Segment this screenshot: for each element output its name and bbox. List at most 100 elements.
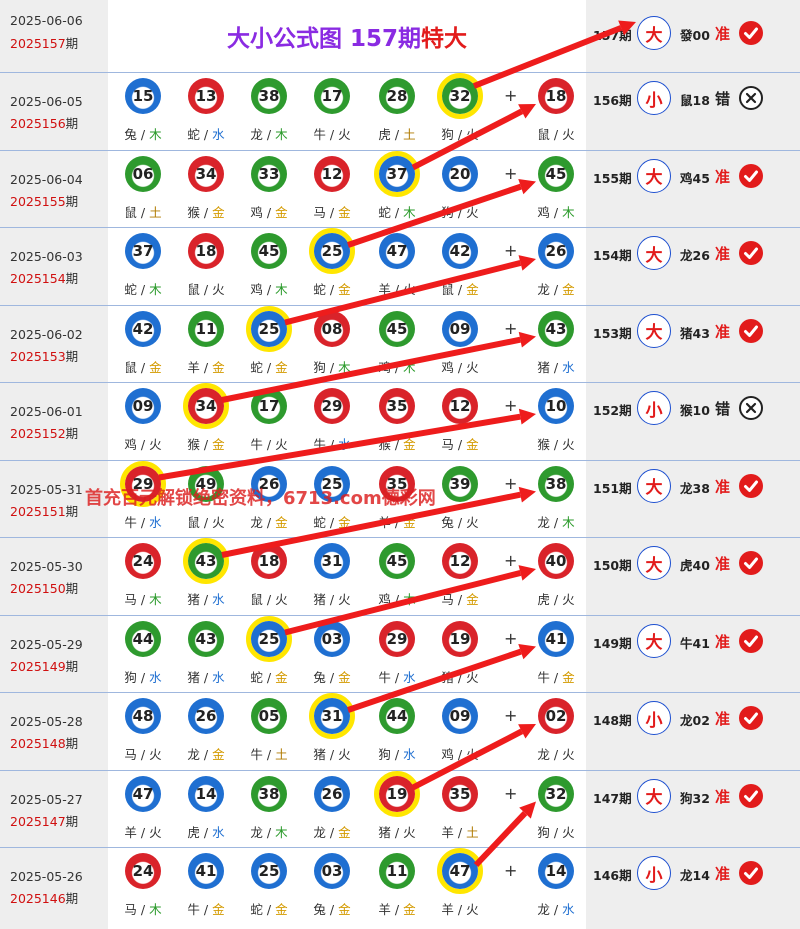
- issue-suffix: 期: [65, 813, 79, 829]
- number-ball: 20: [442, 155, 478, 192]
- element-text: 金: [149, 359, 162, 375]
- ball-number: 43: [195, 552, 217, 570]
- ball-number: 09: [449, 707, 471, 725]
- ball-label: 蛇 / 金: [302, 279, 362, 298]
- element-text: 金: [275, 204, 288, 220]
- size-label: 小: [645, 90, 663, 111]
- result-cell: [586, 228, 800, 305]
- ball-label: 鼠 / 火: [526, 124, 586, 143]
- ball-number: 29: [321, 397, 343, 415]
- size-badge: 小: [637, 391, 671, 425]
- label-slash: /: [453, 204, 467, 220]
- label-slash: /: [549, 592, 563, 607]
- number-ball: 37: [379, 155, 415, 192]
- ball-label: 龙 / 金: [239, 512, 299, 531]
- ball-label: 鸡 / 金: [239, 202, 299, 221]
- element-text: 水: [212, 592, 225, 607]
- element-text: 水: [212, 669, 225, 685]
- label-slash: /: [136, 514, 150, 530]
- issue-number: 2025154: [10, 271, 66, 286]
- date-cell: [0, 693, 108, 770]
- lottery-chart: 2025-06-06 2025157期 大小公式图 157期 特大 157期大發0…: [0, 0, 800, 929]
- ball-number: 25: [321, 242, 343, 260]
- ball-number: 48: [132, 707, 154, 725]
- ball-label: 龙 / 木: [239, 124, 299, 143]
- issue-number: 2025150: [10, 581, 66, 596]
- ball-number: 17: [321, 87, 343, 105]
- ball-label: 蛇 / 金: [239, 357, 299, 376]
- element-text: 土: [149, 204, 162, 220]
- zodiac-text: 牛: [250, 747, 263, 762]
- draw-date: 2025-06-05: [10, 94, 83, 109]
- ball-label: 羊 / 火: [367, 279, 427, 298]
- label-slash: /: [136, 204, 150, 220]
- ball-number: 40: [545, 552, 567, 570]
- issue-number: 2025151: [10, 503, 66, 519]
- ball-label: 狗 / 水: [113, 667, 173, 686]
- ball-number: 24: [132, 552, 154, 570]
- element-text: 火: [466, 359, 479, 375]
- result-cell: [586, 538, 800, 615]
- ball-label: 牛 / 水: [302, 434, 362, 453]
- element-text: 火: [275, 592, 288, 607]
- element-text: 木: [149, 592, 162, 607]
- element-text: 金: [403, 437, 416, 452]
- result-issue-label: 156期: [593, 93, 632, 108]
- result-text: 龙38: [680, 480, 710, 496]
- ball-label: 羊 / 金: [176, 357, 236, 376]
- zodiac-text: 猪: [441, 669, 454, 685]
- number-ball: 05: [251, 698, 287, 734]
- element-text: 水: [212, 824, 225, 840]
- issue-number: 2025157: [10, 36, 66, 51]
- draw-issue: 2025152期: [10, 423, 78, 442]
- label-slash: /: [136, 902, 150, 917]
- date-cell: [0, 383, 108, 460]
- number-ball: 09: [442, 698, 478, 734]
- zodiac-text: 龙: [250, 514, 263, 530]
- element-text: 金: [275, 359, 288, 375]
- zodiac-text: 龙: [537, 902, 550, 917]
- number-ball: 09: [125, 388, 161, 424]
- element-text: 水: [338, 437, 351, 452]
- label-slash: /: [136, 127, 150, 142]
- draw-date: 2025-05-28: [10, 714, 83, 729]
- element-text: 火: [562, 127, 575, 142]
- ball-label: 鸡 / 木: [367, 357, 427, 376]
- zodiac-text: 狗: [124, 669, 137, 685]
- zodiac-text: 龙: [250, 127, 263, 142]
- result-issue-label: 146期: [593, 868, 632, 883]
- result-text: 龙02: [680, 713, 710, 728]
- ball-label: 龙 / 金: [526, 279, 586, 298]
- ball-number: 09: [449, 319, 471, 338]
- element-text: 木: [403, 359, 416, 375]
- label-slash: /: [453, 902, 467, 917]
- number-ball: 09: [442, 310, 478, 347]
- number-ball: 44: [125, 620, 161, 657]
- number-ball: 18: [251, 543, 287, 579]
- title-highlight: 特大: [421, 26, 468, 52]
- verdict-text: 准: [715, 245, 731, 263]
- zodiac-text: 鼠: [124, 204, 137, 220]
- number-ball: 12: [442, 388, 478, 424]
- number-ball: 42: [442, 233, 478, 269]
- ball-label: 马 / 木: [113, 899, 173, 918]
- element-text: 金: [562, 282, 575, 297]
- ball-label: 牛 / 土: [239, 744, 299, 763]
- ball-label: 牛 / 火: [239, 434, 299, 453]
- issue-number: 2025153: [10, 348, 66, 364]
- label-slash: /: [549, 127, 563, 142]
- element-text: 金: [466, 592, 479, 607]
- ball-label: 鸡 / 火: [113, 434, 173, 453]
- zodiac-text: 羊: [378, 514, 391, 530]
- zodiac-text: 鼠: [187, 282, 200, 297]
- ball-label: 马 / 火: [113, 744, 173, 763]
- label-slash: /: [453, 747, 467, 762]
- size-label: 大: [645, 323, 663, 343]
- label-slash: /: [453, 282, 467, 297]
- label-slash: /: [262, 127, 276, 142]
- element-text: 金: [338, 514, 351, 530]
- ball-number: 38: [258, 87, 280, 105]
- draw-issue: 2025153期: [10, 346, 78, 365]
- ball-number: 28: [386, 87, 408, 105]
- number-ball: 25: [251, 310, 287, 347]
